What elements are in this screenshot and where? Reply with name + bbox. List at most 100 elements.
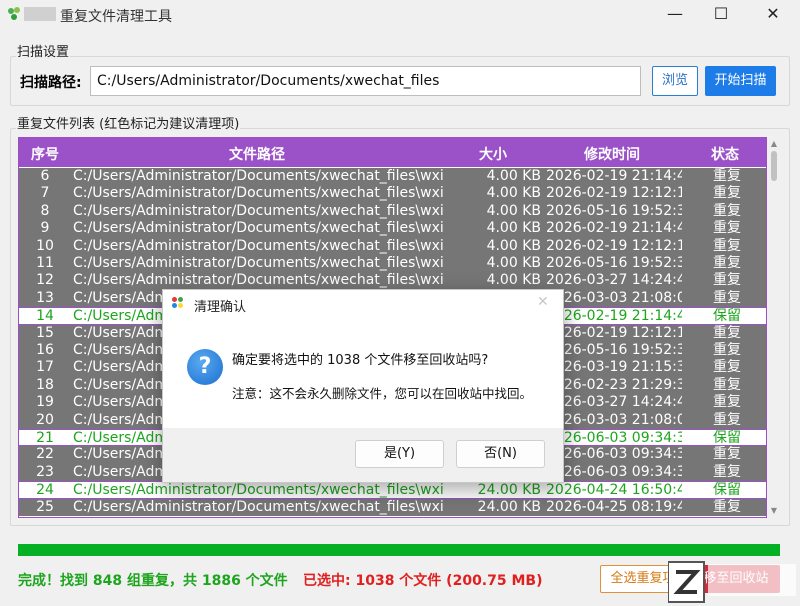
cell-index: 22 bbox=[36, 446, 54, 463]
cell-status: 重复 bbox=[713, 255, 741, 271]
cell-status: 重复 bbox=[713, 168, 741, 184]
dialog-close-icon[interactable]: ✕ bbox=[537, 294, 549, 310]
cell-index: 7 bbox=[40, 185, 50, 202]
cell-modified: 2026-02-23 21:29:3 bbox=[546, 376, 682, 393]
table-row[interactable]: 8 C:/Users/Administrator/Documents/xwecha… bbox=[19, 202, 766, 221]
cell-size: 4.00 KB bbox=[486, 220, 541, 237]
cell-index: 24 bbox=[36, 482, 54, 499]
column-header-status[interactable]: 状态 bbox=[711, 144, 739, 164]
cell-status: 重复 bbox=[713, 394, 741, 411]
cell-status: 重复 bbox=[713, 324, 741, 341]
dialog-title-bar: 清理确认 ✕ bbox=[163, 290, 563, 318]
cell-modified: 2026-05-16 19:52:3 bbox=[546, 342, 682, 358]
cell-path: C:/Users/Administrator/Documents/xwechat… bbox=[73, 185, 443, 202]
cell-modified: 2026-03-27 14:24:4 bbox=[546, 272, 682, 289]
cell-status: 重复 bbox=[713, 342, 741, 358]
cell-path: C:/Users/Administrator/Documents/xwechat… bbox=[73, 237, 443, 254]
maximize-button[interactable]: ☐ bbox=[698, 0, 744, 30]
dialog-message: 确定要将选中的 1038 个文件移至回收站吗? bbox=[232, 353, 489, 368]
cell-modified: 2026-06-03 09:34:3 bbox=[546, 463, 682, 480]
cell-index: 21 bbox=[36, 430, 54, 446]
cell-index: 8 bbox=[40, 202, 50, 219]
cell-status: 重复 bbox=[713, 498, 741, 515]
file-list-label: 重复文件列表 (红色标记为建议清理项) bbox=[16, 113, 241, 132]
cell-size: 24.00 KB bbox=[477, 498, 541, 515]
cell-size: 4.00 KB bbox=[486, 168, 541, 184]
cell-index: 15 bbox=[36, 324, 54, 341]
cell-path: C:/Users/Administrator/Documents/xwechat… bbox=[73, 272, 443, 289]
cell-size: 4.00 KB bbox=[486, 255, 541, 271]
column-header-size[interactable]: 大小 bbox=[479, 144, 507, 164]
cell-size: 24.00 KB bbox=[477, 482, 541, 499]
table-row[interactable]: 6 C:/Users/Administrator/Documents/xwecha… bbox=[19, 168, 766, 186]
cell-status: 保留 bbox=[713, 430, 741, 446]
scan-path-input[interactable] bbox=[90, 66, 641, 96]
cell-modified: 2026-06-03 09:34:3 bbox=[546, 446, 682, 463]
column-header-path[interactable]: 文件路径 bbox=[229, 144, 285, 164]
cell-size: 4.00 KB bbox=[486, 202, 541, 219]
question-icon: ? bbox=[187, 349, 223, 385]
cell-path: C:/Users/Administrator/Documents/xwechat… bbox=[73, 482, 443, 499]
scroll-down-icon[interactable]: ▼ bbox=[769, 506, 779, 515]
title-bar: 重复文件清理工具 — ☐ ✕ bbox=[0, 0, 800, 30]
cell-modified: 2026-02-19 21:14:4 bbox=[546, 308, 682, 325]
minimize-button[interactable]: — bbox=[652, 0, 698, 30]
table-row[interactable]: 7 C:/Users/Administrator/Documents/xwecha… bbox=[19, 185, 766, 203]
cell-status: 重复 bbox=[713, 446, 741, 463]
cell-modified: 2026-05-16 19:52:3 bbox=[546, 202, 682, 219]
table-row[interactable]: 11 C:/Users/Administrator/Documents/xwech… bbox=[19, 255, 766, 273]
scroll-up-icon[interactable]: ▲ bbox=[769, 139, 779, 148]
window-title: 重复文件清理工具 bbox=[60, 9, 172, 25]
dialog-title: 清理确认 bbox=[194, 300, 247, 315]
cell-path: C:/Users/Administrator/Documents/xwechat… bbox=[73, 498, 443, 515]
yes-button[interactable]: 是(Y) bbox=[355, 440, 444, 468]
cell-index: 20 bbox=[36, 411, 54, 428]
cell-status: 重复 bbox=[713, 237, 741, 254]
table-row[interactable]: 9 C:/Users/Administrator/Documents/xwecha… bbox=[19, 220, 766, 238]
scan-summary-text: 完成！找到 848 组重复，共 1886 个文件 bbox=[18, 573, 288, 589]
cell-index: 16 bbox=[36, 342, 54, 358]
no-button[interactable]: 否(N) bbox=[456, 440, 545, 468]
progress-bar bbox=[18, 544, 780, 556]
cell-size: 4.00 KB bbox=[486, 272, 541, 289]
table-row[interactable]: 10 C:/Users/Administrator/Documents/xwech… bbox=[19, 237, 766, 255]
cell-index: 23 bbox=[36, 463, 54, 480]
dialog-app-icon bbox=[172, 297, 186, 311]
app-icon bbox=[8, 7, 22, 21]
cell-status: 重复 bbox=[713, 359, 741, 376]
redacted-title-block bbox=[24, 7, 56, 21]
cell-status: 重复 bbox=[713, 463, 741, 480]
cell-modified: 2026-04-24 16:50:4 bbox=[546, 482, 682, 499]
cell-index: 10 bbox=[36, 237, 54, 254]
start-scan-button[interactable]: 开始扫描 bbox=[705, 66, 776, 96]
cell-modified: 2026-03-19 21:15:3 bbox=[546, 359, 682, 376]
cell-modified: 2026-02-19 12:12:1 bbox=[546, 324, 682, 341]
column-header-index[interactable]: 序号 bbox=[31, 144, 59, 164]
cell-status: 重复 bbox=[713, 289, 741, 306]
column-header-modified[interactable]: 修改时间 bbox=[584, 144, 640, 164]
cell-modified: 2026-06-03 09:34:3 bbox=[546, 430, 682, 446]
table-header: 序号 文件路径 大小 修改时间 状态 bbox=[19, 138, 766, 167]
cell-status: 保留 bbox=[713, 482, 741, 499]
cell-modified: 2026-02-19 12:12:1 bbox=[546, 185, 682, 202]
close-button[interactable]: ✕ bbox=[750, 0, 796, 30]
scroll-thumb[interactable] bbox=[771, 151, 777, 181]
cell-modified: 2026-05-16 19:52:3 bbox=[546, 255, 682, 271]
cell-status: 重复 bbox=[713, 411, 741, 428]
table-row[interactable]: 12 C:/Users/Administrator/Documents/xwech… bbox=[19, 272, 766, 290]
table-row[interactable]: 25 C:/Users/Administrator/Documents/xwech… bbox=[19, 498, 766, 516]
cell-index: 12 bbox=[36, 272, 54, 289]
cell-index: 13 bbox=[36, 289, 54, 306]
cell-modified: 2026-03-03 21:08:0 bbox=[546, 289, 682, 306]
scan-path-label: 扫描路径: bbox=[20, 75, 82, 91]
table-row[interactable]: 24 C:/Users/Administrator/Documents/xwech… bbox=[19, 481, 766, 499]
cell-path: C:/Users/Administrator/Documents/xwechat… bbox=[73, 202, 443, 219]
cell-status: 保留 bbox=[713, 308, 741, 325]
browse-button[interactable]: 浏览 bbox=[652, 66, 698, 96]
cell-path: C:/Users/Administrator/Documents/xwechat… bbox=[73, 168, 443, 184]
cell-modified: 2026-02-19 21:14:4 bbox=[546, 168, 682, 184]
table-scrollbar[interactable]: ▲ ▼ bbox=[767, 137, 781, 518]
cell-index: 17 bbox=[36, 359, 54, 376]
cell-index: 6 bbox=[40, 168, 50, 184]
cell-index: 9 bbox=[40, 220, 50, 237]
